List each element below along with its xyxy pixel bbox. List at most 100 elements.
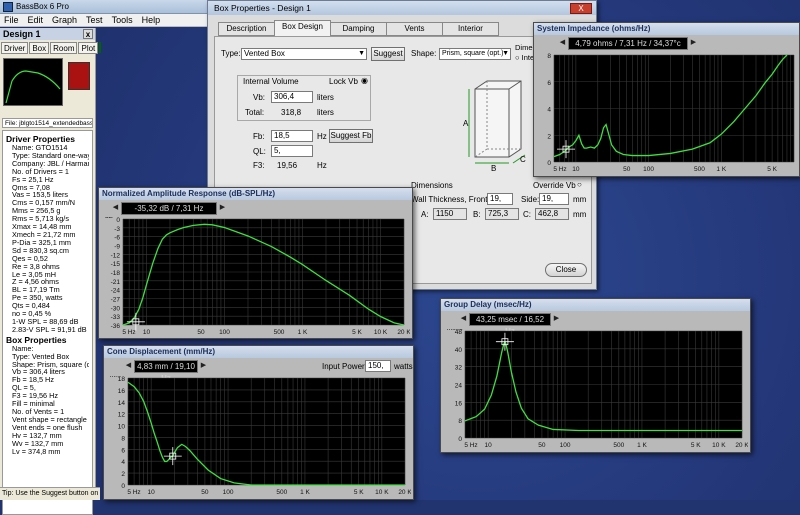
- property-line: P-Dia = 325,1 mm: [12, 238, 72, 247]
- override-vb-checkbox[interactable]: ○: [577, 180, 582, 189]
- file-name: File: jblgto1514_extendedbass: [2, 118, 93, 128]
- cursor-left-icon[interactable]: ◀: [558, 38, 567, 48]
- tab-damping[interactable]: Damping: [330, 22, 387, 36]
- y-tick-label: -21: [111, 279, 121, 286]
- amplitude-graph-title: Normalized Amplitude Response (dB-SPL/Hz…: [99, 188, 412, 200]
- box-properties-heading: Box Properties: [6, 334, 67, 345]
- property-line: no = 0,45 %: [12, 310, 52, 318]
- suggest-button[interactable]: Suggest: [371, 47, 405, 61]
- box-dialog-close-icon[interactable]: X: [570, 3, 592, 14]
- f3-value: 19,56: [277, 161, 298, 170]
- tab-box-design[interactable]: Box Design: [274, 20, 331, 36]
- y-unit-label: mm: [110, 376, 121, 379]
- property-line: 1-W SPL = 88,69 dB: [12, 317, 79, 326]
- property-line: Type: Vented Box: [12, 352, 70, 361]
- tab-interior[interactable]: Interior: [442, 22, 499, 36]
- cube-label-c: C: [520, 155, 526, 164]
- vb-input[interactable]: 306,4: [271, 91, 313, 103]
- box-dialog-tabs: Description Box Design Damping Vents Int…: [218, 20, 499, 36]
- property-line: BL = 17,19 Tm: [12, 286, 60, 295]
- design-panel-close-icon[interactable]: x: [83, 29, 93, 39]
- type-select[interactable]: Vented Box ▼: [241, 48, 367, 60]
- x-tick-label: 10: [148, 489, 156, 496]
- x-tick-label: 500: [613, 442, 624, 449]
- shape-select-value: Prism, square (opt.): [442, 50, 504, 57]
- dim-b-label: B:: [473, 210, 481, 219]
- menu-tools[interactable]: Tools: [112, 14, 133, 26]
- y-tick-label: -30: [111, 305, 121, 312]
- response-thumbnail[interactable]: [3, 58, 63, 106]
- wall-side-input[interactable]: 19,: [539, 193, 569, 205]
- wall-thickness-label: Wall Thickness, Front:: [411, 195, 490, 204]
- property-line: Qms = 7,08: [12, 183, 50, 192]
- x-tick-label: 5 Hz: [553, 166, 566, 173]
- menu-graph[interactable]: Graph: [52, 14, 77, 26]
- input-power-field[interactable]: 150,: [365, 360, 391, 372]
- property-line: F3 = 19,56 Hz: [12, 392, 59, 401]
- property-line: Fb = 18,5 Hz: [12, 376, 54, 385]
- amplitude-graph-window: Normalized Amplitude Response (dB-SPL/Hz…: [98, 187, 413, 339]
- shape-select[interactable]: Prism, square (opt.) ▼: [439, 48, 511, 60]
- property-line: No. of Vents = 1: [12, 408, 65, 416]
- property-line: Xmech = 21,72 mm: [12, 230, 76, 239]
- side-label: Side:: [521, 195, 540, 204]
- dim-a-value: 1150: [433, 208, 467, 220]
- x-tick-label: 20 K: [398, 489, 411, 496]
- tab-box[interactable]: Box: [29, 42, 50, 54]
- y-tick-label: 2: [547, 133, 551, 140]
- property-line: Sd = 830,3 sq.cm: [12, 246, 69, 255]
- ql-input[interactable]: 5,: [271, 145, 313, 157]
- cursor-left-icon[interactable]: ◀: [124, 361, 133, 371]
- shape-label: Shape:: [411, 49, 437, 58]
- f3-unit: Hz: [317, 161, 327, 170]
- cursor-right-icon[interactable]: ▶: [689, 38, 698, 48]
- menu-edit[interactable]: Edit: [28, 14, 44, 26]
- group-delay-title: Group Delay (msec/Hz): [441, 299, 750, 311]
- cursor-right-icon[interactable]: ▶: [218, 203, 227, 213]
- x-tick-label: 10 K: [374, 329, 388, 336]
- y-tick-label: 14: [118, 400, 126, 407]
- menu-help[interactable]: Help: [142, 14, 161, 26]
- tab-vents[interactable]: Vents: [386, 22, 443, 36]
- vb-unit: liters: [317, 93, 334, 102]
- override-vb-label: Override Vb: [533, 181, 576, 190]
- property-line: Name: GTO1514: [12, 144, 68, 152]
- y-tick-label: 6: [547, 80, 551, 87]
- x-tick-label: 5 Hz: [127, 489, 140, 496]
- x-tick-label: 5 Hz: [122, 329, 135, 336]
- lock-vb-radio[interactable]: ◉: [361, 76, 368, 85]
- y-tick-label: 8: [121, 435, 125, 442]
- suggest-fb-button[interactable]: Suggest Fb: [329, 129, 373, 143]
- cursor-right-icon[interactable]: ▶: [552, 314, 561, 324]
- property-line: Le = 3,05 mH: [12, 270, 57, 279]
- y-tick-label: -18: [111, 270, 121, 277]
- x-tick-label: 100: [643, 166, 654, 173]
- x-tick-label: 1 K: [637, 442, 647, 449]
- property-line: Qes = 0,52: [12, 254, 48, 263]
- cone-displacement-plot[interactable]: 181614121086420mm5 Hz10501005001 K5 K10 …: [108, 376, 411, 497]
- property-line: Pe = 350, watts: [12, 294, 63, 303]
- group-delay-plot[interactable]: 484032241680msec5 Hz10501005001 K5 K10 K…: [445, 329, 748, 450]
- tab-description[interactable]: Description: [218, 22, 275, 36]
- fb-input[interactable]: 18,5: [271, 130, 313, 142]
- menu-test[interactable]: Test: [86, 14, 103, 26]
- close-button[interactable]: Close: [545, 263, 587, 277]
- amplitude-plot[interactable]: 0 -3 -6 -9-12 -15 -18 -21 -24 -27-30 -33 -36 dB 5 Hz…: [103, 217, 410, 337]
- x-tick-label: 100: [223, 489, 234, 496]
- cursor-right-icon[interactable]: ▶: [199, 361, 208, 371]
- cube-label-a: A: [463, 119, 469, 128]
- menu-file[interactable]: File: [4, 14, 19, 26]
- ql-label: QL:: [253, 147, 266, 156]
- y-unit-label: msec: [447, 329, 463, 332]
- cursor-left-icon[interactable]: ◀: [459, 314, 468, 324]
- cursor-left-icon[interactable]: ◀: [111, 203, 120, 213]
- wall-front-input[interactable]: 19,: [487, 193, 513, 205]
- tab-plot[interactable]: Plot: [78, 42, 99, 54]
- tab-room[interactable]: Room: [50, 42, 78, 54]
- y-tick-label: 32: [455, 365, 463, 372]
- tab-driver[interactable]: Driver: [1, 42, 29, 54]
- impedance-plot[interactable]: 8 6 4 2 05 Hz 10 50 100 500 1 K 5 K: [538, 53, 798, 174]
- status-light-icon: [99, 42, 102, 53]
- y-tick-label: -33: [111, 314, 121, 321]
- y-tick-label: 0: [121, 483, 125, 490]
